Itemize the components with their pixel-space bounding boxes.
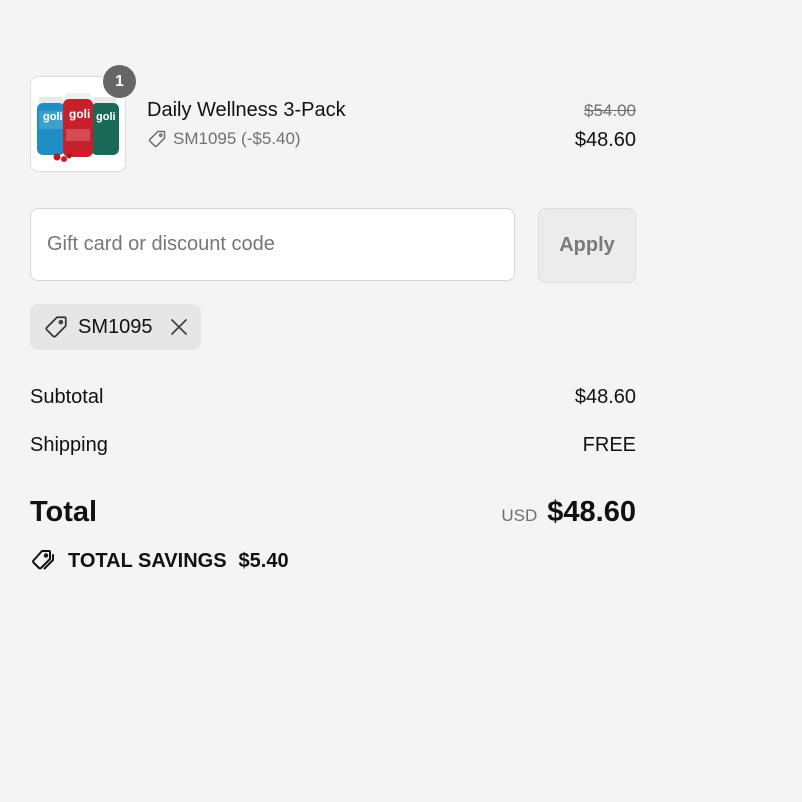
apply-button[interactable]: Apply (538, 208, 636, 283)
order-summary: goli goli goli 1 Daily Wellness 3-Pack S… (0, 0, 802, 802)
product-title: Daily Wellness 3-Pack (147, 99, 346, 121)
tags-icon (30, 548, 58, 574)
total-row: Total USD $48.60 (30, 496, 636, 529)
total-label: Total (30, 496, 98, 528)
subtotal-value: $48.60 (574, 386, 636, 408)
tag-icon (147, 129, 167, 149)
remove-discount-button[interactable] (168, 316, 190, 338)
shipping-value: FREE (582, 434, 636, 456)
line-item-discount: SM1095 (-$5.40) (147, 129, 301, 149)
total-savings: TOTAL SAVINGS $5.40 (30, 548, 289, 574)
savings-value: $5.40 (238, 549, 289, 572)
total-value: $48.60 (547, 496, 636, 528)
subtotal-label: Subtotal (30, 386, 104, 408)
currency-code: USD (501, 506, 538, 525)
line-item-discount-text: SM1095 (-$5.40) (173, 129, 301, 148)
original-price: $54.00 (584, 101, 636, 120)
close-icon (170, 319, 187, 335)
tag-icon (43, 314, 69, 340)
bottle-label-2: goli (69, 107, 91, 121)
discount-code-input[interactable] (30, 208, 515, 281)
quantity-badge: 1 (103, 65, 136, 98)
product-thumbnail: goli goli goli 1 (30, 65, 136, 172)
bottle-label-1: goli (43, 111, 63, 123)
applied-code-text: SM1095 (78, 315, 153, 338)
shipping-row: Shipping FREE (30, 434, 636, 457)
applied-discount-chip: SM1095 (30, 304, 201, 350)
shipping-label: Shipping (30, 434, 108, 456)
subtotal-row: Subtotal $48.60 (30, 386, 636, 409)
line-item: goli goli goli 1 Daily Wellness 3-Pack S… (30, 65, 636, 172)
bottle-label-3: goli (96, 111, 116, 123)
final-price: $48.60 (574, 129, 636, 151)
savings-label: TOTAL SAVINGS (68, 549, 227, 572)
total-amount: USD $48.60 (501, 496, 636, 529)
